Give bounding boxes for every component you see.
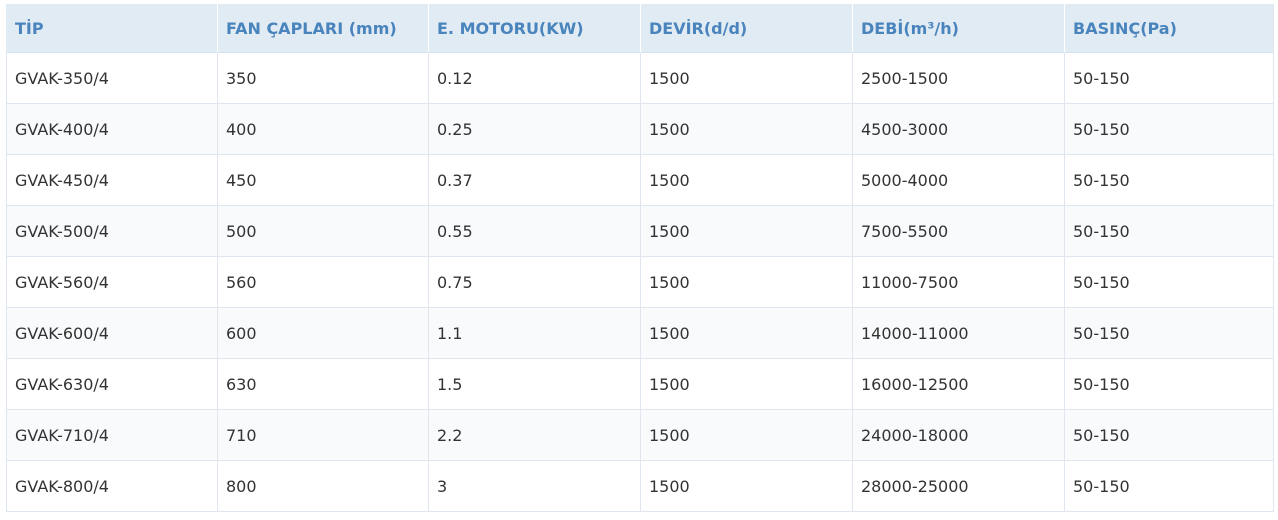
table-row: GVAK-350/4 350 0.12 1500 2500-1500 50-15… [6, 53, 1274, 104]
table-row: GVAK-560/4 560 0.75 1500 11000-7500 50-1… [6, 257, 1274, 308]
cell-rpm: 1500 [641, 155, 853, 206]
header-fan-diameter: FAN ÇAPLARI (mm) [218, 4, 429, 53]
cell-motor-power: 2.2 [429, 410, 641, 461]
cell-motor-power: 3 [429, 461, 641, 512]
cell-motor-power: 0.12 [429, 53, 641, 104]
cell-fan-diameter: 710 [218, 410, 429, 461]
cell-motor-power: 1.1 [429, 308, 641, 359]
cell-pressure: 50-150 [1065, 359, 1274, 410]
table-row: GVAK-800/4 800 3 1500 28000-25000 50-150 [6, 461, 1274, 512]
cell-airflow: 28000-25000 [853, 461, 1065, 512]
cell-fan-diameter: 350 [218, 53, 429, 104]
cell-tip: GVAK-600/4 [6, 308, 218, 359]
table-row: GVAK-400/4 400 0.25 1500 4500-3000 50-15… [6, 104, 1274, 155]
cell-pressure: 50-150 [1065, 53, 1274, 104]
cell-fan-diameter: 500 [218, 206, 429, 257]
header-tip: TİP [6, 4, 218, 53]
cell-airflow: 2500-1500 [853, 53, 1065, 104]
header-pressure: BASINÇ(Pa) [1065, 4, 1274, 53]
cell-fan-diameter: 800 [218, 461, 429, 512]
table-row: GVAK-600/4 600 1.1 1500 14000-11000 50-1… [6, 308, 1274, 359]
header-motor-power: E. MOTORU(KW) [429, 4, 641, 53]
cell-motor-power: 0.55 [429, 206, 641, 257]
cell-tip: GVAK-350/4 [6, 53, 218, 104]
cell-rpm: 1500 [641, 257, 853, 308]
cell-fan-diameter: 630 [218, 359, 429, 410]
cell-tip: GVAK-400/4 [6, 104, 218, 155]
cell-airflow: 7500-5500 [853, 206, 1065, 257]
header-rpm: DEVİR(d/d) [641, 4, 853, 53]
cell-airflow: 11000-7500 [853, 257, 1065, 308]
cell-pressure: 50-150 [1065, 104, 1274, 155]
table-row: GVAK-500/4 500 0.55 1500 7500-5500 50-15… [6, 206, 1274, 257]
cell-rpm: 1500 [641, 206, 853, 257]
cell-motor-power: 1.5 [429, 359, 641, 410]
cell-fan-diameter: 600 [218, 308, 429, 359]
cell-tip: GVAK-710/4 [6, 410, 218, 461]
cell-rpm: 1500 [641, 359, 853, 410]
cell-airflow: 14000-11000 [853, 308, 1065, 359]
cell-pressure: 50-150 [1065, 308, 1274, 359]
cell-motor-power: 0.75 [429, 257, 641, 308]
cell-tip: GVAK-800/4 [6, 461, 218, 512]
table-row: GVAK-450/4 450 0.37 1500 5000-4000 50-15… [6, 155, 1274, 206]
cell-tip: GVAK-630/4 [6, 359, 218, 410]
cell-rpm: 1500 [641, 53, 853, 104]
cell-airflow: 16000-12500 [853, 359, 1065, 410]
cell-fan-diameter: 450 [218, 155, 429, 206]
table-row: GVAK-710/4 710 2.2 1500 24000-18000 50-1… [6, 410, 1274, 461]
header-airflow: DEBİ(m³/h) [853, 4, 1065, 53]
cell-rpm: 1500 [641, 410, 853, 461]
cell-pressure: 50-150 [1065, 155, 1274, 206]
cell-pressure: 50-150 [1065, 410, 1274, 461]
fan-spec-table: TİP FAN ÇAPLARI (mm) E. MOTORU(KW) DEVİR… [6, 4, 1274, 512]
cell-airflow: 5000-4000 [853, 155, 1065, 206]
cell-pressure: 50-150 [1065, 206, 1274, 257]
cell-pressure: 50-150 [1065, 461, 1274, 512]
cell-tip: GVAK-450/4 [6, 155, 218, 206]
cell-airflow: 24000-18000 [853, 410, 1065, 461]
cell-motor-power: 0.37 [429, 155, 641, 206]
cell-rpm: 1500 [641, 461, 853, 512]
cell-airflow: 4500-3000 [853, 104, 1065, 155]
cell-rpm: 1500 [641, 104, 853, 155]
cell-pressure: 50-150 [1065, 257, 1274, 308]
spec-table-container: TİP FAN ÇAPLARI (mm) E. MOTORU(KW) DEVİR… [6, 4, 1274, 517]
page-frame: TİP FAN ÇAPLARI (mm) E. MOTORU(KW) DEVİR… [0, 0, 1278, 520]
cell-rpm: 1500 [641, 308, 853, 359]
cell-fan-diameter: 560 [218, 257, 429, 308]
table-row: GVAK-630/4 630 1.5 1500 16000-12500 50-1… [6, 359, 1274, 410]
table-header-row: TİP FAN ÇAPLARI (mm) E. MOTORU(KW) DEVİR… [6, 4, 1274, 53]
cell-fan-diameter: 400 [218, 104, 429, 155]
cell-tip: GVAK-560/4 [6, 257, 218, 308]
cell-tip: GVAK-500/4 [6, 206, 218, 257]
cell-motor-power: 0.25 [429, 104, 641, 155]
